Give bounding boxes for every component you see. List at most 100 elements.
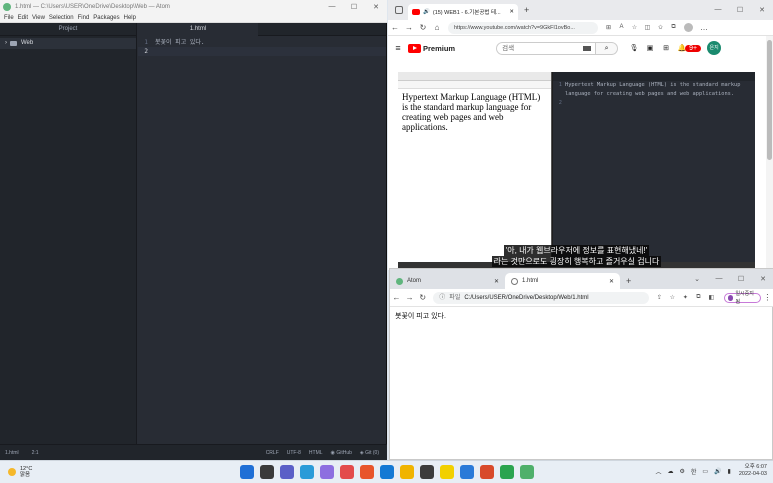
search-icon[interactable] xyxy=(260,465,274,479)
info-icon[interactable]: ⓘ xyxy=(439,292,445,304)
edge-icon[interactable] xyxy=(380,465,394,479)
app-available-icon[interactable]: ⊞ xyxy=(602,24,615,31)
app-icon[interactable] xyxy=(420,465,434,479)
teams-chat-icon[interactable] xyxy=(300,465,314,479)
back-icon[interactable]: ← xyxy=(390,293,403,302)
settings-icon[interactable]: ⚙ xyxy=(679,468,684,475)
youtube-search-input[interactable]: 검색 xyxy=(496,41,597,55)
more-icon[interactable]: … xyxy=(697,23,711,32)
home-icon[interactable]: ⌂ xyxy=(430,23,444,32)
video-app-icon[interactable] xyxy=(340,465,354,479)
back-icon[interactable]: ← xyxy=(388,23,402,32)
menu-packages[interactable]: Packages xyxy=(93,15,119,21)
status-encoding[interactable]: UTF-8 xyxy=(287,450,301,456)
atom-icon[interactable] xyxy=(520,465,534,479)
split-screen-icon[interactable]: ◫ xyxy=(641,24,654,31)
code-area[interactable]: 1 봇꽃이 피고 있다. 2 xyxy=(138,36,386,56)
edge-tab-youtube[interactable]: 🔊 (15) WEB1 - 6.기본공법 테... ✕ xyxy=(408,4,518,20)
code-line[interactable]: 1 봇꽃이 피고 있다. xyxy=(138,38,386,47)
close-icon[interactable]: ✕ xyxy=(752,275,773,283)
microphone-icon[interactable]: 🎙 xyxy=(626,44,642,52)
favorite-icon[interactable]: ☆ xyxy=(628,24,641,31)
collections-icon[interactable]: ⧉ xyxy=(667,24,680,31)
edge-url-input[interactable]: https://www.youtube.com/watch?v=9GkFl1ov… xyxy=(448,21,598,34)
minimize-icon[interactable]: — xyxy=(321,3,343,10)
edge-scrollbar[interactable] xyxy=(766,36,773,270)
cloud-icon[interactable]: ☁ xyxy=(667,468,673,475)
menu-help[interactable]: Help xyxy=(124,15,136,21)
youtube-video-player[interactable]: Hypertext Markup Language (HTML) is the … xyxy=(398,72,755,268)
youtube-avatar[interactable]: 은지 xyxy=(707,41,722,55)
minimize-icon[interactable]: — xyxy=(707,6,729,14)
status-cursor[interactable]: 2:1 xyxy=(32,450,39,456)
hamburger-menu-icon[interactable]: ≡ xyxy=(388,43,408,53)
keyboard-icon[interactable] xyxy=(583,45,592,51)
close-icon[interactable]: ✕ xyxy=(365,3,387,11)
forward-icon[interactable]: → xyxy=(402,23,416,32)
chrome-icon[interactable] xyxy=(500,465,514,479)
maximize-icon[interactable]: ☐ xyxy=(343,3,365,11)
status-git[interactable]: ◈ Git (0) xyxy=(360,450,379,456)
code-line-active[interactable]: 2 xyxy=(138,47,386,56)
office-icon[interactable] xyxy=(360,465,374,479)
volume-icon[interactable]: 🔊 xyxy=(714,468,721,475)
extension-icon[interactable]: ✦ xyxy=(679,294,692,301)
menu-view[interactable]: View xyxy=(32,15,45,21)
menu-selection[interactable]: Selection xyxy=(49,15,74,21)
status-file[interactable]: 1.html xyxy=(5,450,19,456)
tab-close-icon[interactable]: ✕ xyxy=(494,278,499,285)
photos-icon[interactable] xyxy=(460,465,474,479)
apps-grid-icon[interactable]: ⊞ xyxy=(658,44,674,52)
minimize-icon[interactable]: — xyxy=(708,275,730,283)
chrome-tab-1-html[interactable]: 1.html ✕ xyxy=(505,273,620,289)
read-aloud-icon[interactable]: A xyxy=(615,24,628,31)
forward-icon[interactable]: → xyxy=(403,293,416,302)
extensions-puzzle-icon[interactable]: ⧉ xyxy=(692,294,705,301)
tab-close-icon[interactable]: ✕ xyxy=(609,278,614,285)
scrollbar-thumb[interactable] xyxy=(767,40,772,160)
youtube-search-button[interactable]: ⌕ xyxy=(596,41,619,55)
weather-widget[interactable]: 12°C 맑음 xyxy=(8,466,88,478)
close-icon[interactable]: ✕ xyxy=(751,6,773,14)
menu-file[interactable]: File xyxy=(4,15,14,21)
tab-close-icon[interactable]: ✕ xyxy=(509,9,514,15)
battery-icon[interactable]: ▮ xyxy=(728,468,731,475)
menu-find[interactable]: Find xyxy=(78,15,90,21)
widgets-icon[interactable] xyxy=(320,465,334,479)
favorites-icon[interactable]: ✩ xyxy=(654,24,667,31)
start-icon[interactable] xyxy=(240,465,254,479)
refresh-icon[interactable]: ↻ xyxy=(416,23,430,32)
bookmark-icon[interactable]: ☆ xyxy=(666,294,679,301)
create-video-icon[interactable]: ▣ xyxy=(642,44,658,52)
file-explorer-icon[interactable] xyxy=(400,465,414,479)
share-icon[interactable]: ⇪ xyxy=(653,294,666,301)
editor-tab-1-html[interactable]: 1.html xyxy=(138,23,258,36)
new-tab-icon[interactable]: + xyxy=(626,276,631,286)
status-line-ending[interactable]: CRLF xyxy=(266,450,279,456)
refresh-icon[interactable]: ↻ xyxy=(416,293,429,302)
maximize-icon[interactable]: ☐ xyxy=(729,6,751,14)
kakaotalk-icon[interactable] xyxy=(440,465,454,479)
powerpoint-icon[interactable] xyxy=(480,465,494,479)
side-panel-icon[interactable]: ◧ xyxy=(705,294,718,301)
network-icon[interactable]: ▭ xyxy=(702,468,708,475)
chrome-profile-button[interactable]: 일시중지됨 xyxy=(723,291,761,305)
chevron-up-icon[interactable]: ︿ xyxy=(655,467,661,476)
tree-item-web[interactable]: › Web xyxy=(0,38,136,49)
taskbar-clock[interactable]: 오후 6:07 2022-04-03 xyxy=(739,464,767,478)
tab-search-icon[interactable]: ⌄ xyxy=(686,275,708,283)
edge-profile-avatar[interactable] xyxy=(684,23,693,32)
tab-actions-icon[interactable] xyxy=(395,6,403,14)
chrome-tab-atom[interactable]: Atom ✕ xyxy=(390,273,505,289)
status-github[interactable]: ◉ GitHub xyxy=(331,450,352,456)
status-grammar[interactable]: HTML xyxy=(309,450,323,456)
youtube-logo[interactable]: Premium xyxy=(408,43,455,53)
menu-edit[interactable]: Edit xyxy=(18,15,28,21)
maximize-icon[interactable]: ☐ xyxy=(730,275,752,283)
speaker-icon[interactable]: 🔊 xyxy=(423,9,430,15)
new-tab-icon[interactable]: + xyxy=(524,5,529,15)
input-lang[interactable]: 한 xyxy=(691,467,697,476)
task-view-icon[interactable] xyxy=(280,465,294,479)
chrome-url-input[interactable]: ⓘ 파일 C:/Users/USER/OneDrive/Desktop/Web/… xyxy=(433,291,649,304)
more-vert-icon[interactable]: ⋮ xyxy=(761,293,773,302)
